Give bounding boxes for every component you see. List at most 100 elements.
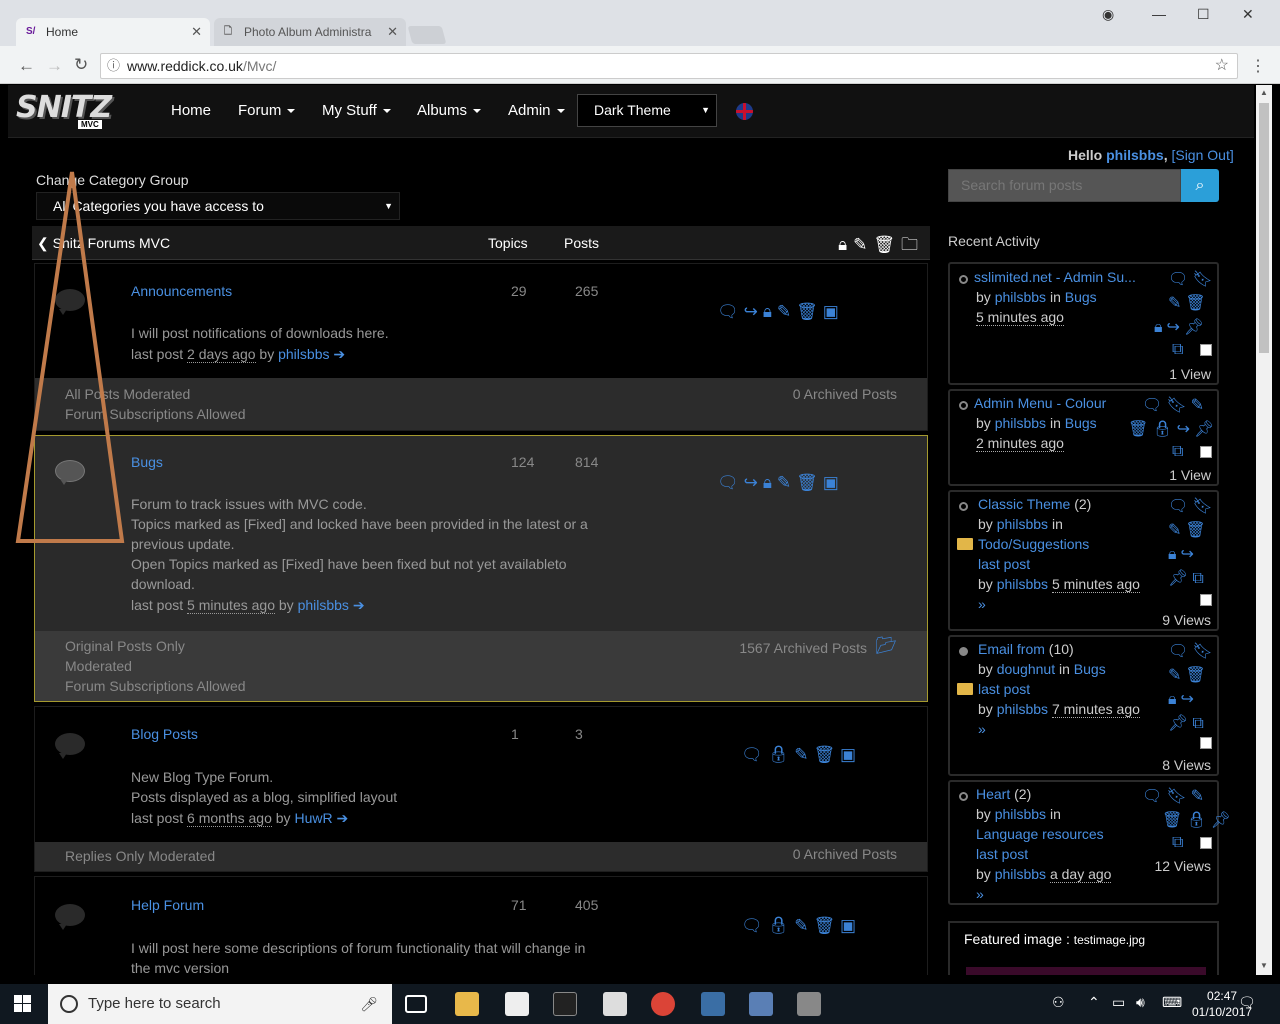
network-tool-icon[interactable] [749,992,773,1016]
sign-out-link[interactable]: [Sign Out] [1171,147,1233,163]
bookmark-icon[interactable]: 🔖︎ [1192,643,1216,660]
windows-start-icon[interactable] [14,995,32,1013]
edit-icon[interactable]: ✎ [853,235,873,254]
last-post-link[interactable]: last post [978,556,1030,572]
back-arrow-icon[interactable]: ← [18,56,35,76]
lock-icon[interactable]: 🔒︎ [1154,319,1167,336]
select-checkbox[interactable] [1200,594,1212,606]
trash-icon[interactable]: 🗑︎ [1128,421,1152,438]
select-checkbox[interactable] [1200,737,1212,749]
tab-home[interactable]: S/ Home ✕ [16,18,210,46]
author-link[interactable]: philsbbs [995,289,1046,305]
forum-link[interactable]: Todo/Suggestions [978,536,1089,552]
reload-icon[interactable]: ↻ [74,55,88,75]
more-link[interactable]: » [978,721,986,737]
page-scrollbar[interactable]: ▲ ▼ [1256,85,1272,975]
trash-icon[interactable]: 🗑︎ [1185,522,1209,539]
recent-topic-link[interactable]: Classic Theme [978,496,1070,512]
reply-icon[interactable]: 🗨︎ [1168,498,1192,515]
edit-icon[interactable]: ✎ [1168,667,1185,684]
back-to-forums-link[interactable]: ❮ Snitz Forums MVC [37,235,170,252]
pin-icon[interactable]: 📌︎ [1194,421,1218,438]
last-post-user[interactable]: philsbbs [298,597,349,613]
trash-icon[interactable]: 🗑︎ [1185,295,1209,312]
new-topic-icon[interactable]: 🗨︎ [741,745,768,764]
share-icon[interactable]: ↪ [744,302,763,321]
nav-my-stuff[interactable]: My Stuff [322,102,391,119]
chrome-icon[interactable] [651,992,675,1016]
trash-icon[interactable]: 🗑︎ [1185,667,1209,684]
reply-icon[interactable]: 🗨︎ [1168,271,1192,288]
recent-topic-link[interactable]: Admin Menu - Colour [974,395,1106,411]
edit-icon[interactable]: ✎ [1191,788,1208,805]
maximize-button[interactable]: ☐ [1197,6,1210,23]
last-post-user[interactable]: philsbbs [278,346,329,362]
split-icon[interactable]: ⧉ [1172,834,1187,852]
forum-name-link[interactable]: Bugs [131,454,163,470]
forward-arrow-icon[interactable]: → [46,56,63,76]
snitz-logo[interactable]: SNITZ MVC [16,90,128,130]
share-icon[interactable]: ↪ [1177,421,1194,438]
author-link[interactable]: philsbbs [995,415,1046,431]
nav-admin[interactable]: Admin [508,102,565,119]
microphone-icon[interactable]: 🎤︎ [360,984,378,1024]
recent-topic-link[interactable]: Email from [978,641,1045,657]
search-button[interactable]: ⌕ [1181,169,1219,202]
forum-name-link[interactable]: Announcements [131,283,232,299]
edit-icon[interactable]: ✎ [1168,522,1185,539]
split-icon[interactable]: ⧉ [1192,570,1207,587]
people-icon[interactable]: ⚇ [1052,994,1065,1011]
taskbar-search-box[interactable]: Type here to search 🎤︎ [48,984,392,1024]
new-tab-button[interactable] [407,26,447,44]
split-icon[interactable]: ⧉ [1172,341,1187,359]
new-topic-icon[interactable]: 🗨︎ [741,916,768,935]
reply-icon[interactable]: 🗨︎ [1142,397,1166,414]
forum-link[interactable]: Language resources [976,826,1104,842]
bookmark-icon[interactable]: 🔖︎ [1166,397,1190,414]
author-link[interactable]: philsbbs [995,806,1046,822]
minimize-button[interactable]: — [1152,6,1166,22]
pin-icon[interactable]: 📌︎ [1168,715,1192,732]
go-to-post-icon[interactable]: ➔ [353,597,365,613]
archive-icon[interactable]: ▣ [823,473,844,492]
edit-icon[interactable]: ✎ [1168,295,1185,312]
pin-icon[interactable]: 📌︎ [1168,570,1192,587]
close-window-button[interactable]: ✕ [1242,6,1254,23]
share-icon[interactable]: ↪ [1181,546,1198,563]
pin-icon[interactable]: 📌︎ [1184,319,1208,336]
featured-image-thumbnail[interactable] [966,967,1206,975]
notifications-icon[interactable]: 🗨︎ [1238,994,1256,1011]
nav-albums[interactable]: Albums [417,102,482,119]
remote-desktop-icon[interactable] [701,992,725,1016]
lock-icon[interactable]: 🔒︎ [763,473,777,492]
info-icon[interactable]: ⓘ [107,54,120,78]
author-link[interactable]: doughnut [997,661,1055,677]
share-icon[interactable]: ↪ [1181,691,1198,708]
split-icon[interactable]: ⧉ [1192,715,1207,732]
edit-icon[interactable]: ✎ [1191,397,1208,414]
lock-icon[interactable]: 🔒︎ [838,235,853,254]
trash-icon[interactable]: 🗑︎ [1162,812,1186,829]
scrollbar-thumb[interactable] [1259,103,1269,353]
trash-icon[interactable]: 🗑︎ [796,302,823,321]
more-link[interactable]: » [976,886,984,902]
close-tab-icon[interactable]: ✕ [191,18,202,46]
edit-icon[interactable]: ✎ [794,916,813,935]
last-post-author-link[interactable]: philsbbs [997,701,1048,717]
forum-link[interactable]: Bugs [1065,289,1097,305]
scroll-up-icon[interactable]: ▲ [1260,88,1268,97]
last-post-link[interactable]: last post [976,846,1028,862]
nav-forum[interactable]: Forum [238,102,296,119]
reply-icon[interactable]: 🗨︎ [1142,788,1166,805]
reply-icon[interactable]: 🗨︎ [1168,643,1192,660]
tab-photo-album[interactable]: 🗋 Photo Album Administra ✕ [214,18,406,46]
theme-select[interactable]: Dark Theme ▼ [577,94,717,127]
network-icon[interactable]: ▭ [1112,994,1125,1011]
store-icon[interactable] [505,992,529,1016]
uk-flag-icon[interactable] [736,103,753,120]
edit-icon[interactable]: ✎ [777,302,796,321]
bookmark-icon[interactable]: 🔖︎ [1166,788,1190,805]
paint-icon[interactable] [797,992,821,1016]
forum-name-link[interactable]: Help Forum [131,897,204,913]
pin-icon[interactable]: 📌︎ [1211,812,1235,829]
